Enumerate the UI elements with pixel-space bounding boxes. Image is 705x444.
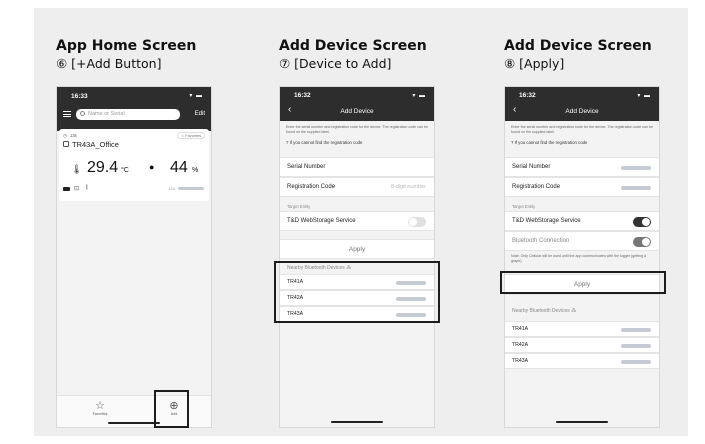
serial-redacted bbox=[621, 344, 651, 348]
col2-title: Add Device Screen bbox=[279, 38, 427, 54]
tab-favorites[interactable]: ☆ Favorites bbox=[85, 399, 115, 416]
star-icon: ☆ bbox=[95, 400, 105, 412]
temperature-value: 29.4 bbox=[87, 159, 119, 176]
device-name: TR41A bbox=[512, 326, 529, 332]
webstorage-row: T&D WebStorage Service bbox=[505, 211, 659, 231]
device-name: TR43A_Office bbox=[72, 140, 119, 149]
serial-redacted bbox=[621, 166, 651, 170]
col1-title: App Home Screen bbox=[56, 38, 197, 54]
add7-header: 16:32 ▾ ▬ ‹ Add Device bbox=[280, 87, 434, 121]
device-row-tr42a[interactable]: TR42A bbox=[505, 337, 659, 353]
nearby-devices-label: Nearby Bluetooth Devices ⁂ bbox=[512, 308, 576, 314]
registration-code-placeholder: 8-digit number bbox=[390, 184, 426, 190]
tab-favorites-label: Favorites bbox=[92, 412, 108, 416]
serial-redacted bbox=[178, 187, 204, 190]
humidity-unit: % bbox=[192, 167, 199, 174]
regcode-redacted bbox=[621, 186, 651, 190]
menu-icon[interactable] bbox=[63, 111, 71, 117]
help-icon: ? bbox=[286, 140, 289, 145]
col1-subtitle: ⑥ [+Add Button] bbox=[56, 56, 162, 71]
serial-number-label: Serial Number bbox=[287, 164, 326, 170]
target-entity-section: Target Entity bbox=[512, 204, 536, 209]
device-name: TR42A bbox=[512, 342, 529, 348]
help-icon: ? bbox=[511, 140, 514, 145]
device-card[interactable]: ◷ 13s ☆ Favorites TR43A_Office 🌡︎ 29.4 °… bbox=[59, 129, 209, 201]
highlight-add-button bbox=[154, 390, 189, 428]
help-link-label: If you cannot find the registration code bbox=[289, 140, 363, 145]
search-input[interactable]: Name or Serial bbox=[76, 109, 180, 120]
wifi-icon: ▾ ▬ bbox=[189, 93, 203, 99]
bluetooth-row: Bluetooth Connection bbox=[505, 231, 659, 251]
bluetooth-toggle[interactable] bbox=[633, 237, 651, 247]
serial-redacted bbox=[621, 328, 651, 332]
serial-number-field[interactable]: Serial Number bbox=[280, 157, 434, 177]
add8-header: 16:32 ▾ ▬ ‹ Add Device bbox=[505, 87, 659, 121]
device-row-tr43a[interactable]: TR43A bbox=[505, 353, 659, 369]
wifi-icon: ▾ ▬ bbox=[637, 93, 651, 99]
webstorage-toggle[interactable] bbox=[408, 217, 426, 227]
droplet-icon: ● bbox=[149, 162, 155, 172]
status-time: 16:32 bbox=[294, 92, 311, 99]
serial-number-label: Serial Number bbox=[512, 164, 551, 170]
device-row-tr41a[interactable]: TR41A bbox=[505, 321, 659, 337]
home-screen: 16:33 ▾ ▬ Name or Serial Edit ◷ 13s ☆ Fa… bbox=[56, 86, 212, 428]
status-time: 16:32 bbox=[519, 92, 536, 99]
add-device-screen-7: 16:32 ▾ ▬ ‹ Add Device Enter the serial … bbox=[279, 86, 435, 428]
screen-title: Add Device bbox=[340, 108, 374, 115]
thermometer-icon: 🌡︎ bbox=[71, 164, 83, 174]
status-time: 16:33 bbox=[71, 93, 88, 100]
col3-subtitle: ⑧ [Apply] bbox=[504, 56, 565, 71]
edit-button[interactable]: Edit bbox=[195, 111, 205, 117]
help-link[interactable]: ? If you cannot find the registration co… bbox=[286, 140, 362, 145]
bluetooth-icon: ᛒ bbox=[85, 185, 89, 191]
webstorage-row: T&D WebStorage Service bbox=[280, 211, 434, 231]
highlight-nearby-devices bbox=[274, 261, 440, 323]
battery-icon bbox=[63, 187, 70, 191]
registration-code-label: Registration Code bbox=[512, 184, 561, 190]
home-header: 16:33 ▾ ▬ Name or Serial Edit bbox=[57, 87, 211, 131]
webstorage-label: T&D WebStorage Service bbox=[287, 218, 356, 224]
star-icon: ☆ bbox=[180, 134, 185, 138]
screen-title: Add Device bbox=[565, 108, 599, 115]
note-text: Note: Only Cellular will be used until t… bbox=[511, 254, 647, 263]
add-device-screen-8: 16:32 ▾ ▬ ‹ Add Device Enter the serial … bbox=[504, 86, 660, 428]
registration-code-field[interactable]: Registration Code 8-digit number bbox=[280, 177, 434, 197]
col2-subtitle: ⑦ [Device to Add] bbox=[279, 56, 392, 71]
logger-icon bbox=[63, 141, 69, 147]
lock-icon: ⊡ bbox=[74, 186, 80, 192]
home-indicator bbox=[331, 421, 383, 423]
webstorage-toggle[interactable] bbox=[633, 217, 651, 227]
col3-title: Add Device Screen bbox=[504, 38, 652, 54]
home-indicator bbox=[556, 421, 608, 423]
clock-icon: ◷ bbox=[63, 133, 67, 138]
search-placeholder: Name or Serial bbox=[88, 111, 125, 117]
favorites-label: Favorites bbox=[185, 134, 201, 138]
intro-text: Enter the serial number and registration… bbox=[511, 125, 653, 134]
wifi-icon: ▾ ▬ bbox=[412, 93, 426, 99]
signal-age: 12h bbox=[168, 186, 175, 191]
target-entity-section: Target Entity bbox=[287, 204, 311, 209]
favorites-badge[interactable]: ☆ Favorites bbox=[176, 132, 205, 139]
serial-redacted bbox=[621, 360, 651, 364]
spinner-icon: ⁂ bbox=[571, 308, 577, 314]
highlight-apply-button bbox=[500, 271, 666, 294]
registration-code-field[interactable]: Registration Code bbox=[505, 177, 659, 197]
device-name: TR43A bbox=[512, 358, 529, 364]
bluetooth-label: Bluetooth Connection bbox=[512, 238, 570, 244]
help-link[interactable]: ? If you cannot find the registration co… bbox=[511, 140, 587, 145]
humidity-value: 44 bbox=[170, 159, 188, 176]
nearby-devices-text: Nearby Bluetooth Devices bbox=[512, 308, 570, 314]
webstorage-label: T&D WebStorage Service bbox=[512, 218, 581, 224]
card-age: 13s bbox=[70, 133, 77, 138]
registration-code-label: Registration Code bbox=[287, 184, 336, 190]
figure-panel: App Home Screen ⑥ [+Add Button] Add Devi… bbox=[0, 0, 705, 444]
intro-text: Enter the serial number and registration… bbox=[286, 125, 428, 134]
help-link-label: If you cannot find the registration code bbox=[514, 140, 588, 145]
apply-button[interactable]: Apply bbox=[280, 239, 434, 259]
home-indicator bbox=[108, 422, 160, 424]
serial-number-field[interactable]: Serial Number bbox=[505, 157, 659, 177]
search-icon bbox=[80, 111, 85, 116]
temperature-unit: °C bbox=[121, 167, 129, 174]
